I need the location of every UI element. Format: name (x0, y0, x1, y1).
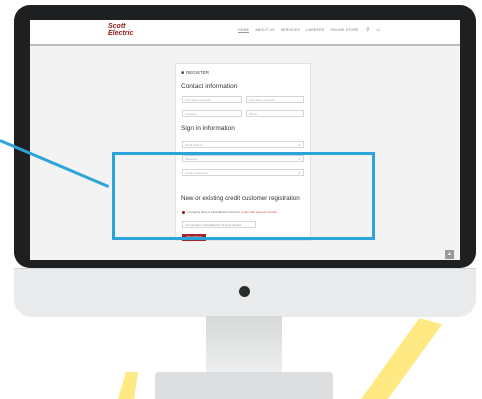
highlight-box (112, 152, 375, 240)
user-icon[interactable]: ☺ (376, 27, 381, 33)
monitor-base (155, 372, 333, 399)
first-name-field[interactable]: First name (required) (182, 96, 242, 103)
nav-icons: ⚲ ☺ (366, 27, 381, 33)
light-beam (361, 318, 442, 399)
search-icon[interactable]: ⚲ (366, 27, 370, 33)
nav-about-us[interactable]: ABOUT US (255, 28, 274, 33)
monitor-stand (206, 316, 282, 374)
contact-heading: Contact information (181, 83, 238, 90)
nav-online-store[interactable]: ONLINE STORE (330, 28, 358, 33)
site-logo[interactable]: Scott Electric (108, 23, 140, 39)
register-icon: ■ (181, 70, 185, 76)
last-name-field[interactable]: Last name (required) (246, 96, 304, 103)
nav-services[interactable]: SERVICES (281, 28, 300, 33)
nav-home[interactable]: HOME (238, 28, 250, 33)
register-title: ■ REGISTER (181, 70, 210, 76)
nav-careers[interactable]: CAREERS (306, 28, 324, 33)
phone-field[interactable]: Phone (246, 110, 304, 117)
company-field[interactable]: Company (182, 110, 242, 117)
main-nav: HOME ABOUT US SERVICES CAREERS ONLINE ST… (238, 28, 359, 33)
chevron-down-icon: ▾ (298, 143, 300, 147)
light-beam (118, 372, 138, 399)
camera-icon (239, 286, 250, 297)
email-field[interactable]: Email address ▾ (182, 141, 304, 148)
site-header: Scott Electric HOME ABOUT US SERVICES CA… (30, 20, 460, 46)
scroll-top-icon[interactable]: ▲ (445, 250, 454, 259)
signin-heading: Sign in information (181, 125, 235, 132)
